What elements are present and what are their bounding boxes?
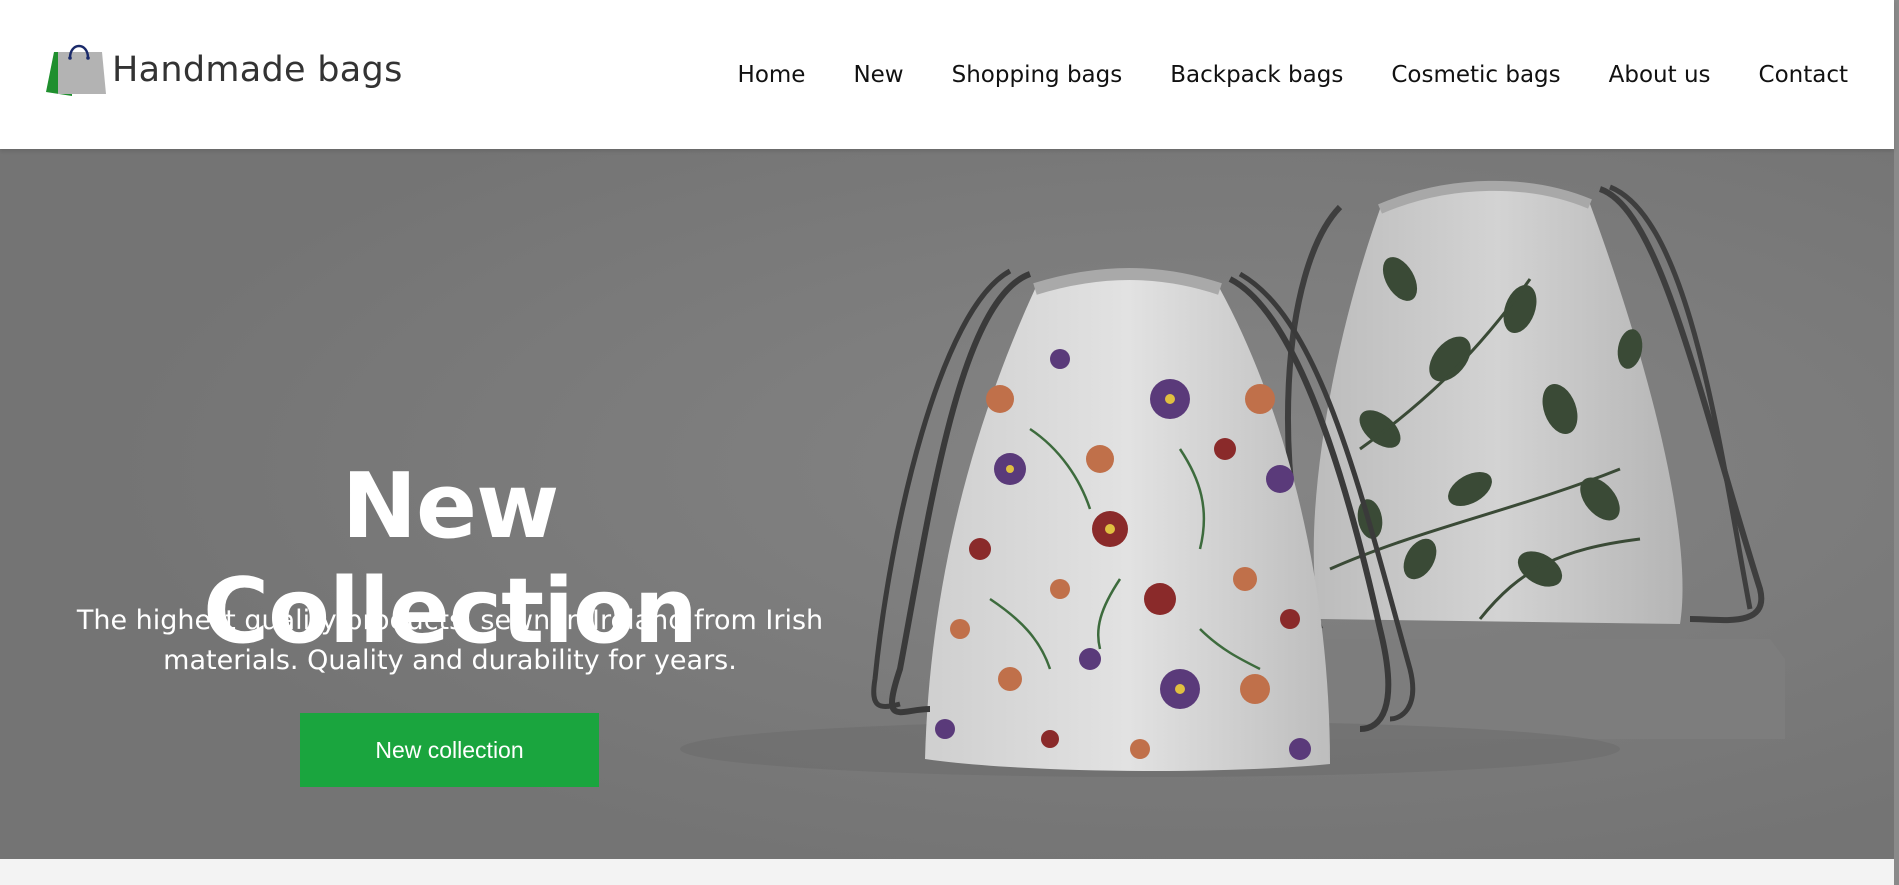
scrollbar[interactable]	[1894, 0, 1899, 885]
new-collection-button[interactable]: New collection	[300, 713, 599, 787]
brand-name: Handmade bags	[112, 50, 403, 90]
nav-item-about-us[interactable]: About us	[1609, 56, 1711, 94]
brand-logo-link[interactable]: Handmade bags	[46, 38, 403, 102]
main-navigation: Home New Shopping bags Backpack bags Cos…	[690, 56, 1848, 94]
nav-item-shopping-bags[interactable]: Shopping bags	[952, 56, 1123, 94]
nav-item-home[interactable]: Home	[738, 56, 806, 94]
hero-subtitle-line-2: materials. Quality and durability for ye…	[163, 645, 737, 676]
hero-subtitle-line-1: The highest quality products, sewn in Ir…	[76, 605, 824, 636]
shopping-bag-icon	[46, 38, 110, 102]
hero-banner: New Collection The highest quality produ…	[0, 149, 1894, 859]
hero-subtitle: The highest quality products, sewn in Ir…	[70, 601, 830, 681]
page: Handmade bags Home New Shopping bags Bac…	[0, 0, 1899, 885]
site-header: Handmade bags Home New Shopping bags Bac…	[0, 0, 1894, 149]
next-section-strip	[0, 859, 1894, 885]
nav-item-new[interactable]: New	[853, 56, 903, 94]
nav-item-contact[interactable]: Contact	[1759, 56, 1848, 94]
nav-item-backpack-bags[interactable]: Backpack bags	[1170, 56, 1343, 94]
nav-item-cosmetic-bags[interactable]: Cosmetic bags	[1391, 56, 1560, 94]
